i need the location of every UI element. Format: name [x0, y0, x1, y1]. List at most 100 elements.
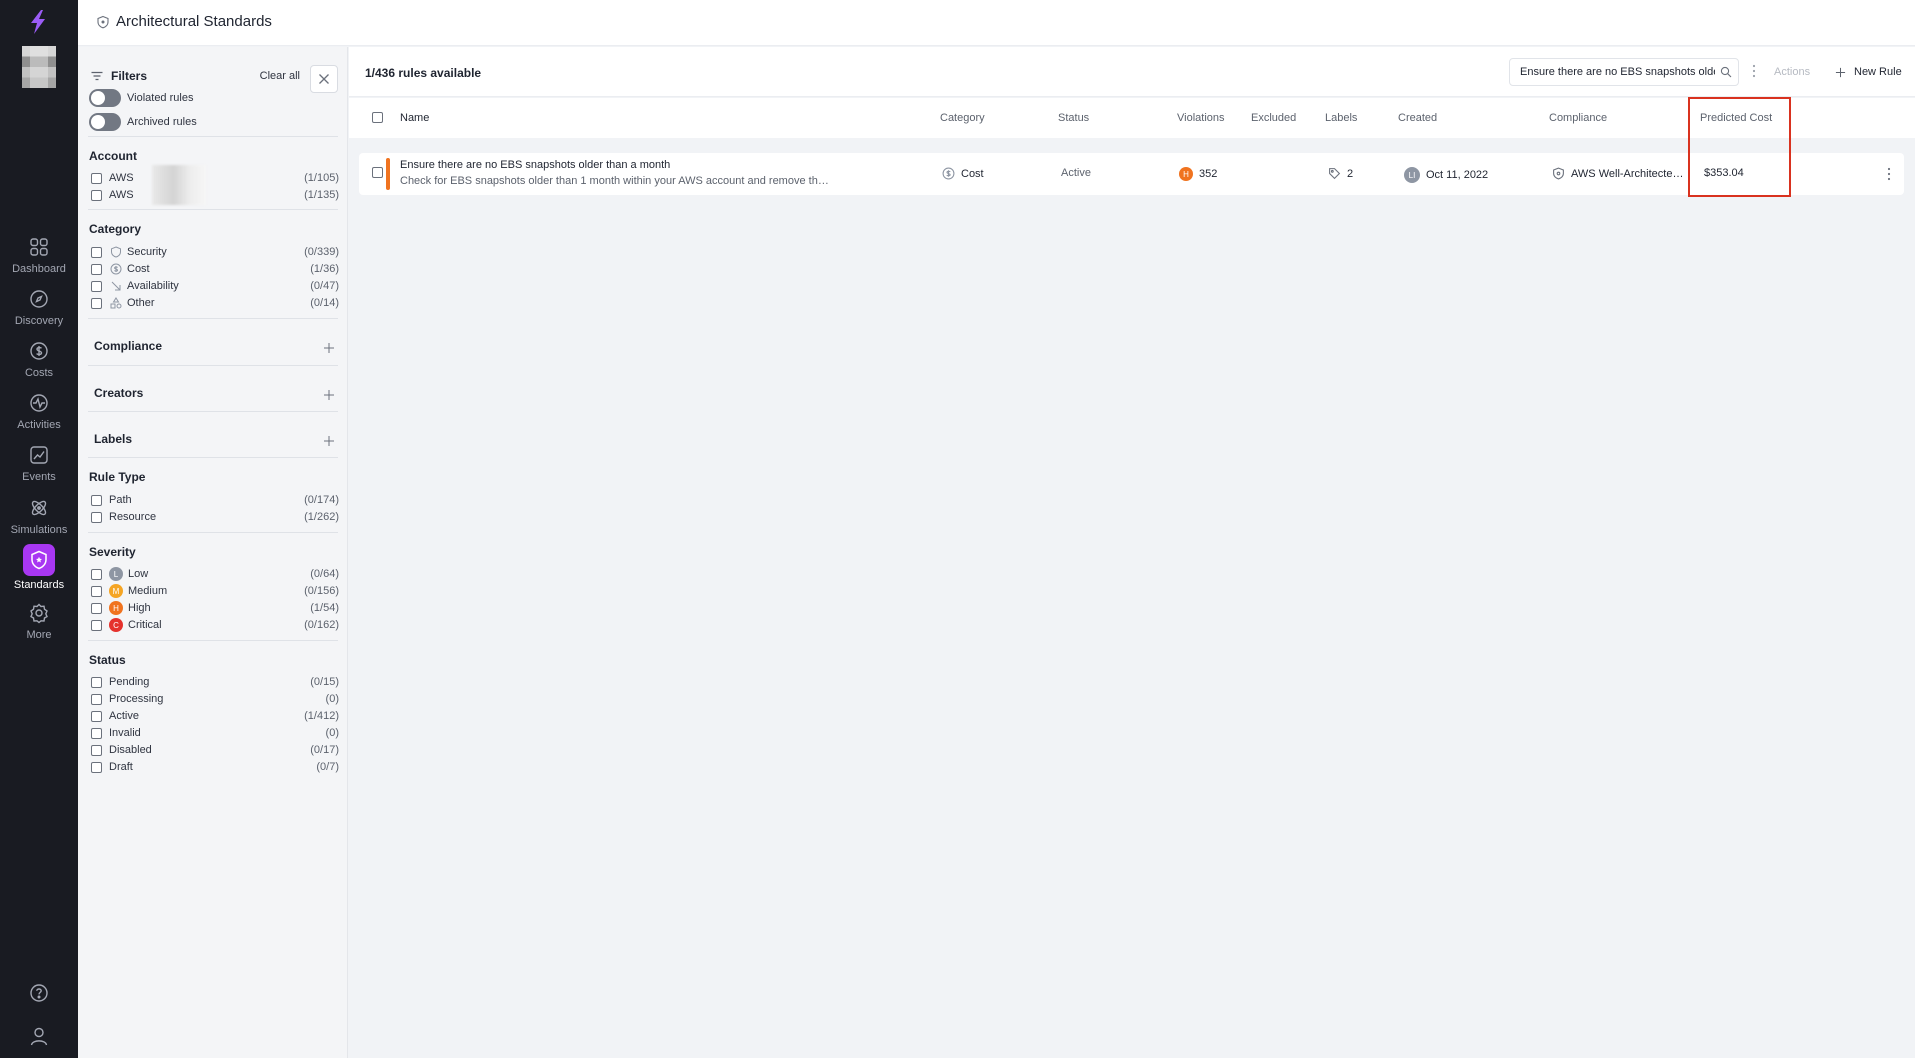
compliance-cell[interactable]: AWS Well-Architected Framework [1552, 167, 1686, 180]
filter-option-severity-medium[interactable]: M Medium (0/156) [91, 583, 339, 599]
more-options-icon[interactable] [1752, 64, 1756, 78]
filter-option-severity-high[interactable]: H High (1/54) [91, 600, 339, 616]
filter-option-status-active[interactable]: Active (1/412) [91, 708, 339, 724]
checkbox[interactable] [91, 297, 102, 309]
filter-option-category-security[interactable]: Security (0/339) [91, 244, 339, 260]
column-header-violations[interactable]: Violations [1177, 112, 1225, 124]
organization-avatar[interactable] [22, 46, 56, 88]
filter-option-rule-type-resource[interactable]: Resource (1/262) [91, 509, 339, 525]
top-header: Architectural Standards [78, 0, 1915, 46]
search-icon[interactable] [1720, 66, 1732, 78]
checkbox[interactable] [91, 263, 102, 275]
status-cell: Active [1061, 167, 1091, 179]
left-nav: Dashboard Discovery Costs Activities Eve… [0, 0, 78, 1058]
table-row[interactable]: Ensure there are no EBS snapshots older … [359, 153, 1904, 195]
plus-icon [1835, 67, 1846, 77]
checkbox[interactable] [91, 676, 102, 688]
compass-icon [28, 288, 50, 310]
checkbox[interactable] [91, 744, 102, 756]
checkbox[interactable] [91, 602, 102, 614]
checkbox[interactable] [91, 494, 102, 506]
dollar-icon [109, 263, 122, 276]
filter-option-account[interactable]: AWS (1/105) [91, 165, 339, 205]
checkbox[interactable] [91, 727, 102, 739]
checkbox[interactable] [91, 585, 102, 597]
divider [88, 365, 338, 366]
filter-option-category-cost[interactable]: Cost (1/36) [91, 261, 339, 277]
rule-name[interactable]: Ensure there are no EBS snapshots older … [400, 159, 670, 171]
clear-all-button[interactable]: Clear all [260, 70, 300, 82]
checkbox[interactable] [91, 761, 102, 773]
column-header-compliance[interactable]: Compliance [1549, 112, 1607, 124]
checkbox[interactable] [91, 619, 102, 631]
checkbox[interactable] [91, 172, 102, 184]
help-icon[interactable] [0, 982, 78, 1007]
violated-rules-toggle[interactable]: Violated rules [89, 89, 193, 107]
checkbox[interactable] [91, 693, 102, 705]
nav-label: More [26, 629, 52, 641]
gear-icon [28, 602, 50, 624]
checkbox[interactable] [91, 710, 102, 722]
close-filters-button[interactable] [310, 65, 338, 93]
checkbox[interactable] [91, 189, 102, 201]
column-header-labels[interactable]: Labels [1325, 112, 1357, 124]
nav-item-costs[interactable]: Costs [0, 340, 78, 398]
checkbox[interactable] [91, 568, 102, 580]
labels-cell[interactable]: 2 [1328, 167, 1353, 180]
search-input[interactable]: Ensure there are no EBS snapshots older … [1509, 58, 1739, 86]
labels-section-title[interactable]: Labels [94, 432, 132, 446]
severity-high-badge: H [1179, 167, 1193, 181]
filter-option-status-draft[interactable]: Draft (0/7) [91, 759, 339, 775]
divider [88, 640, 338, 641]
filter-option-category-availability[interactable]: Availability (0/47) [91, 278, 339, 294]
dollar-icon [942, 167, 955, 180]
app-logo-icon[interactable] [24, 8, 52, 36]
rule-type-section-title: Rule Type [89, 470, 146, 484]
filter-option-category-other[interactable]: Other (0/14) [91, 295, 339, 311]
filter-option-account[interactable]: AWS (1/135) [91, 187, 339, 203]
plus-icon[interactable] [323, 435, 335, 447]
select-all-checkbox[interactable] [372, 112, 383, 123]
nav-item-activities[interactable]: Activities [0, 392, 78, 450]
user-icon[interactable] [0, 1025, 78, 1050]
nav-item-events[interactable]: Events [0, 444, 78, 502]
filters-header: Filters Clear all [90, 65, 338, 93]
filter-option-severity-critical[interactable]: C Critical (0/162) [91, 617, 339, 633]
divider [88, 209, 338, 210]
nav-item-more[interactable]: More [0, 602, 78, 660]
filter-option-status-invalid[interactable]: Invalid (0) [91, 725, 339, 741]
checkbox[interactable] [91, 511, 102, 523]
column-header-name[interactable]: Name [400, 112, 429, 124]
nav-item-dashboard[interactable]: Dashboard [0, 236, 78, 294]
filter-option-rule-type-path[interactable]: Path (0/174) [91, 492, 339, 508]
column-header-excluded[interactable]: Excluded [1251, 112, 1296, 124]
column-header-created[interactable]: Created [1398, 112, 1437, 124]
nav-item-discovery[interactable]: Discovery [0, 288, 78, 346]
row-menu-icon[interactable] [1887, 167, 1891, 181]
creators-section-title[interactable]: Creators [94, 386, 143, 400]
page-title: Architectural Standards [96, 13, 272, 30]
new-rule-button[interactable]: New Rule [1835, 66, 1902, 78]
filter-option-status-pending[interactable]: Pending (0/15) [91, 674, 339, 690]
violations-cell[interactable]: H 352 [1179, 167, 1217, 181]
divider [88, 457, 338, 458]
plus-icon[interactable] [323, 342, 335, 354]
filter-option-status-disabled[interactable]: Disabled (0/17) [91, 742, 339, 758]
column-header-category[interactable]: Category [940, 112, 985, 124]
column-header-status[interactable]: Status [1058, 112, 1089, 124]
search-input-value[interactable]: Ensure there are no EBS snapshots older … [1520, 66, 1715, 78]
filters-panel: Filters Clear all Violated rules Archive… [78, 47, 348, 1058]
plus-icon[interactable] [323, 389, 335, 401]
actions-button[interactable]: Actions [1774, 66, 1810, 78]
toggle-switch[interactable] [89, 89, 121, 107]
filter-option-severity-low[interactable]: L Low (0/64) [91, 566, 339, 582]
filter-option-status-processing[interactable]: Processing (0) [91, 691, 339, 707]
checkbox[interactable] [91, 246, 102, 258]
toggle-switch[interactable] [89, 113, 121, 131]
archived-rules-toggle[interactable]: Archived rules [89, 113, 197, 131]
compliance-section-title[interactable]: Compliance [94, 339, 162, 353]
checkbox[interactable] [91, 280, 102, 292]
row-checkbox[interactable] [372, 167, 383, 178]
nav-item-standards[interactable]: Standards [0, 544, 78, 602]
shapes-icon [109, 297, 122, 310]
